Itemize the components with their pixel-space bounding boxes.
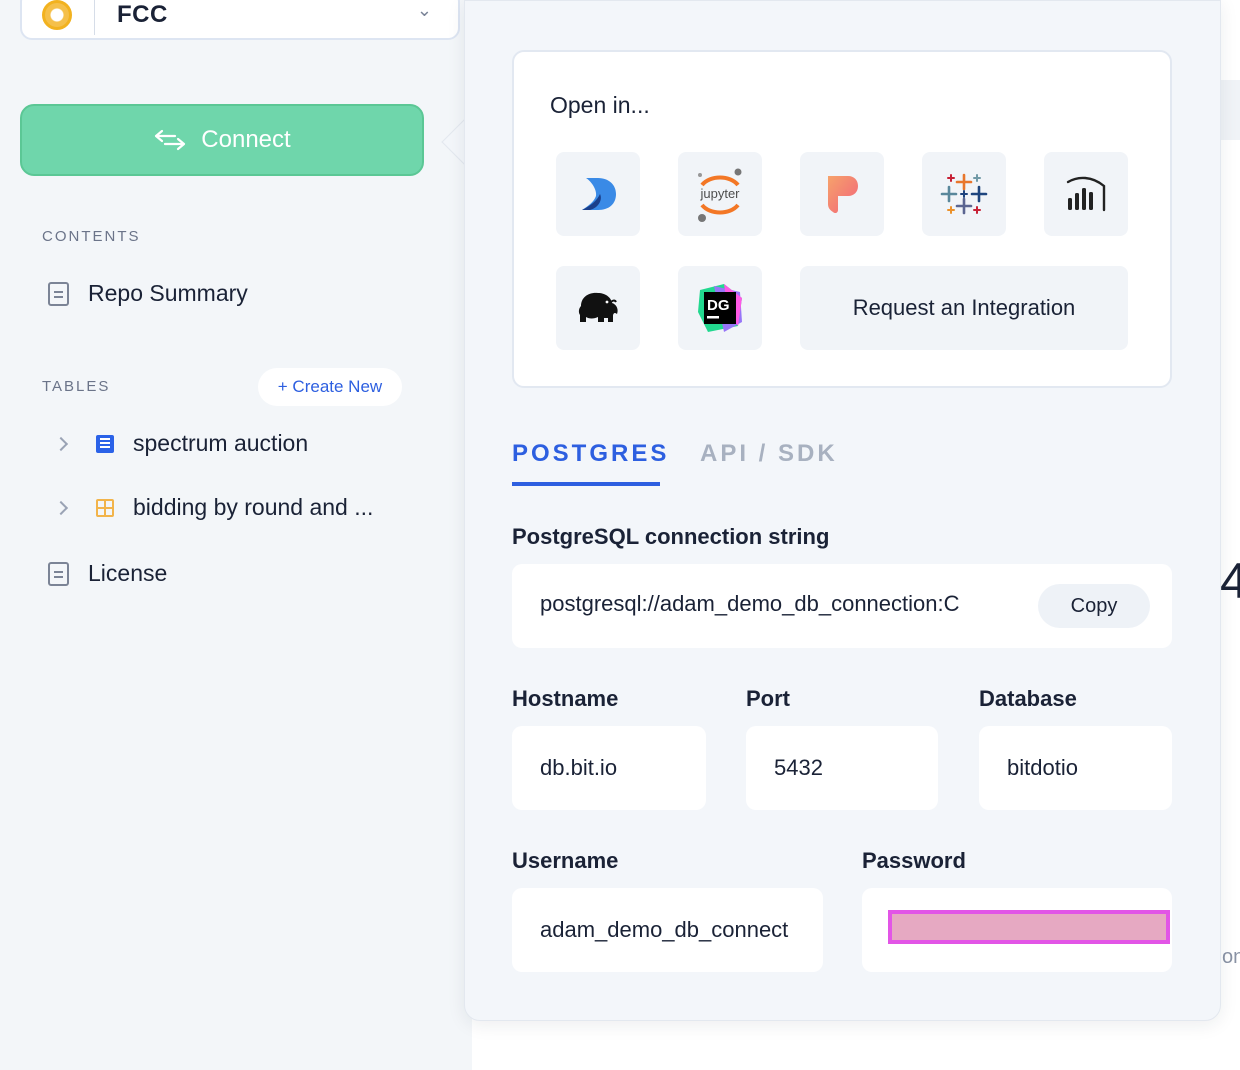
username-field[interactable]: adam_demo_db_connect (512, 888, 823, 972)
password-label: Password (862, 848, 966, 873)
hostname-field[interactable]: db.bit.io (512, 726, 706, 810)
port-field[interactable]: 5432 (746, 726, 938, 810)
document-icon (48, 561, 69, 586)
request-integration-button[interactable]: Request an Integration (800, 266, 1128, 350)
tab-postgres[interactable]: POSTGRES (512, 440, 669, 468)
connect-button[interactable]: Connect (20, 104, 424, 176)
username-value: adam_demo_db_connect (540, 917, 789, 942)
swap-arrows-icon (155, 129, 186, 151)
powerbi-button[interactable] (1044, 152, 1128, 236)
hex-icon (828, 176, 858, 214)
database-label: Database (979, 686, 1077, 711)
view-icon (96, 498, 114, 517)
datagrip-button[interactable]: DG (678, 266, 762, 350)
svg-text:jupyter: jupyter (699, 186, 740, 201)
sidebar-item-label: bidding by round and ... (133, 494, 374, 520)
postgres-icon (578, 292, 618, 322)
tableau-button[interactable] (922, 152, 1006, 236)
open-in-title: Open in... (550, 92, 650, 118)
table-icon (96, 434, 114, 453)
conn-string-label: PostgreSQL connection string (512, 524, 830, 549)
sidebar-item-label: Repo Summary (88, 280, 248, 306)
background-block (1220, 80, 1240, 140)
password-field[interactable] (862, 888, 1172, 972)
username-label: Username (512, 848, 619, 873)
jupyter-button[interactable]: jupyter (678, 152, 762, 236)
datagrip-icon: DG (698, 284, 742, 332)
document-icon (48, 281, 69, 306)
workspace-selector[interactable]: FCC ⌄ (20, 0, 460, 40)
sidebar-item-license[interactable]: License (48, 560, 167, 587)
database-field[interactable]: bitdotio (979, 726, 1172, 810)
hostname-label: Hostname (512, 686, 619, 711)
chevron-right-icon[interactable] (53, 500, 69, 515)
sidebar-item-spectrum-auction[interactable]: spectrum auction (52, 430, 308, 457)
active-tab-indicator (512, 482, 660, 486)
deepnote-icon (582, 178, 616, 210)
connect-label: Connect (201, 126, 291, 153)
hex-button[interactable] (800, 152, 884, 236)
background-text: on (1222, 946, 1240, 968)
chevron-right-icon[interactable] (53, 436, 69, 451)
port-label: Port (746, 686, 790, 711)
tab-api-sdk[interactable]: API / SDK (700, 440, 838, 468)
contents-heading: CONTENTS (42, 228, 141, 245)
jupyter-icon: jupyter (698, 168, 742, 222)
sidebar-item-repo-summary[interactable]: Repo Summary (48, 280, 248, 307)
create-new-button[interactable]: + Create New (258, 368, 402, 406)
hostname-value: db.bit.io (540, 755, 618, 780)
chevron-down-icon: ⌄ (416, 0, 432, 20)
powerbi-icon (1066, 176, 1106, 212)
port-value: 5432 (774, 755, 823, 780)
conn-string-field[interactable]: postgresql://adam_demo_db_connection:C C… (512, 564, 1172, 648)
deepnote-button[interactable] (556, 152, 640, 236)
password-redaction (888, 910, 1170, 944)
copy-button[interactable]: Copy (1038, 584, 1150, 628)
divider (94, 0, 95, 35)
postgres-button[interactable] (556, 266, 640, 350)
sidebar-item-label: spectrum auction (133, 430, 309, 456)
svg-text:DG: DG (707, 297, 730, 314)
tables-heading: TABLES (42, 378, 111, 395)
workspace-logo (42, 0, 72, 30)
conn-string-value: postgresql://adam_demo_db_connection:C (540, 591, 960, 616)
background-stat: 4 (1220, 553, 1240, 609)
tableau-icon (940, 173, 988, 215)
sidebar-item-bidding-by-round[interactable]: bidding by round and ... (52, 494, 373, 521)
database-value: bitdotio (1007, 755, 1078, 780)
workspace-name: FCC (117, 1, 168, 28)
sidebar-item-label: License (88, 560, 168, 586)
